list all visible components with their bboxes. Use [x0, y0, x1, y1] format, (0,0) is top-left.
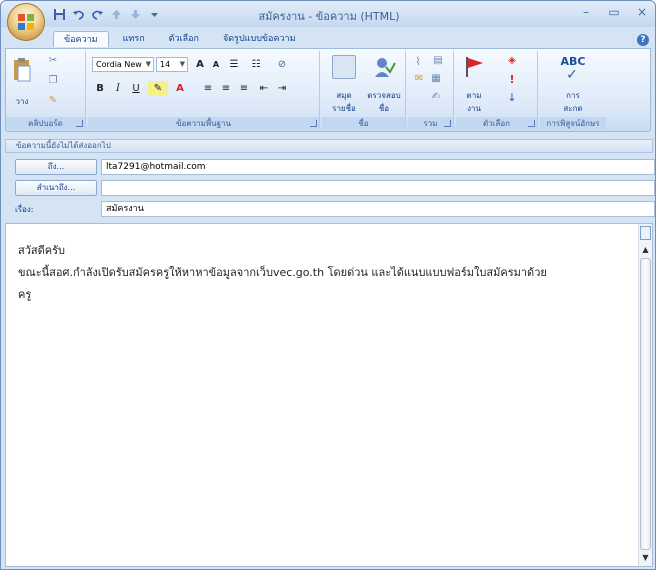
cut-icon[interactable]: ✂ [46, 55, 60, 66]
office-button[interactable] [7, 3, 45, 41]
group-label-options: ตัวเลือก [456, 117, 537, 129]
to-button[interactable]: ถึง... [15, 159, 97, 175]
font-color-icon[interactable]: A [172, 81, 188, 96]
ruler-toggle-icon[interactable] [640, 226, 651, 240]
arrow-down-icon[interactable] [127, 6, 143, 22]
cc-row: สำเนาถึง... [5, 179, 655, 197]
tab-message[interactable]: ข้อความ [53, 31, 109, 47]
subject-field[interactable]: สมัครงาน [101, 201, 655, 217]
follow-up-flag-icon[interactable] [462, 55, 486, 79]
to-row: ถึง... lta7291@hotmail.com [5, 158, 655, 176]
options-launcher-icon[interactable] [528, 120, 535, 127]
font-size-value: 14 [160, 60, 171, 69]
business-card-icon[interactable]: ▤ [428, 55, 448, 66]
body-line: ขณะนี้สอศ.กำลังเปิดรับสมัครครูให้หาหาข้อ… [18, 266, 547, 279]
paste-icon[interactable] [12, 57, 32, 83]
redo-icon[interactable] [89, 6, 105, 22]
restore-button[interactable]: ▭ [607, 5, 621, 19]
increase-indent-icon[interactable]: ⇥ [274, 81, 290, 96]
message-body[interactable]: สวัสดีครับ ขณะนี้สอศ.กำลังเปิดรับสมัครคร… [5, 223, 653, 567]
font-size-select[interactable]: 14 ▼ [156, 57, 188, 72]
ribbon-tabs: ข้อความ แทรก ตัวเลือก จัดรูปแบบข้อความ [53, 31, 306, 47]
body-line: สวัสดีครับ [18, 244, 65, 257]
arrow-up-icon[interactable] [108, 6, 124, 22]
tab-format-text[interactable]: จัดรูปแบบข้อความ [213, 31, 306, 47]
clipboard-launcher-icon[interactable] [76, 120, 83, 127]
bold-icon[interactable]: B [92, 81, 108, 96]
quick-access-toolbar [51, 5, 162, 23]
save-icon[interactable] [51, 6, 67, 22]
address-book-button[interactable]: สมุด รายชื่อ [326, 89, 362, 115]
ribbon: วาง ✂ ❐ ✎ คลิปบอร์ด Cordia New ▼ 14 ▼ A A … [5, 48, 651, 132]
basic-text-launcher-icon[interactable] [310, 120, 317, 127]
subject-row: เรื่อง: สมัครงาน [5, 200, 655, 218]
group-include: ⌇ ▤ ✉ ▦ ✍ รวม [408, 51, 454, 129]
attach-item-icon[interactable]: ✉ [412, 73, 426, 84]
message-window: สมัครงาน - ข้อความ (HTML) – ▭ × ข้อความ … [0, 0, 656, 570]
decrease-indent-icon[interactable]: ⇤ [256, 81, 272, 96]
check-names-icon[interactable] [372, 55, 396, 79]
group-label-names: ชื่อ [322, 117, 405, 129]
vertical-scrollbar[interactable]: ▲ ▼ [638, 224, 652, 566]
scroll-thumb[interactable] [640, 258, 651, 550]
customize-qat-icon[interactable] [146, 6, 162, 22]
highlight-icon[interactable]: ✎ [148, 81, 168, 96]
include-launcher-icon[interactable] [444, 120, 451, 127]
group-basic-text: Cordia New ▼ 14 ▼ A A ☰ ☷ ⊘ B I U ✎ A ≡ ≡ … [88, 51, 320, 129]
undo-icon[interactable] [70, 6, 86, 22]
to-field[interactable]: lta7291@hotmail.com [101, 159, 655, 175]
cc-button[interactable]: สำเนาถึง... [15, 180, 97, 196]
follow-up-button[interactable]: ตาม งาน [458, 89, 490, 115]
tab-insert[interactable]: แทรก [113, 31, 155, 47]
attach-file-icon[interactable]: ⌇ [412, 55, 424, 68]
scroll-down-icon[interactable]: ▼ [639, 552, 652, 564]
numbering-icon[interactable]: ☷ [248, 57, 264, 72]
message-body-text[interactable]: สวัสดีครับ ขณะนี้สอศ.กำลังเปิดรับสมัครคร… [18, 240, 547, 306]
group-names: สมุด รายชื่อ ตรวจสอบ ชื่อ ชื่อ [322, 51, 406, 129]
align-left-icon[interactable]: ≡ [200, 81, 216, 96]
bullets-icon[interactable]: ☰ [226, 57, 242, 72]
clear-format-icon[interactable]: ⊘ [274, 57, 290, 72]
subject-label: เรื่อง: [15, 205, 34, 214]
spelling-button[interactable]: การ สะกด [550, 89, 596, 115]
grow-font-icon[interactable]: A [192, 57, 208, 72]
scroll-up-icon[interactable]: ▲ [639, 244, 652, 256]
group-proofing: ABC ✓ การ สะกด การพิสูจน์อักษร [540, 51, 606, 129]
high-importance-icon[interactable]: ! [504, 73, 520, 86]
underline-icon[interactable]: U [128, 81, 144, 96]
group-options: ตาม งาน ◈ ! ↓ ตัวเลือก [456, 51, 538, 129]
copy-icon[interactable]: ❐ [46, 75, 60, 86]
align-right-icon[interactable]: ≡ [236, 81, 252, 96]
group-label-proofing: การพิสูจน์อักษร [540, 117, 606, 129]
shrink-font-icon[interactable]: A [208, 57, 224, 72]
office-logo-icon [18, 14, 34, 30]
signature-icon[interactable]: ✍ [428, 91, 444, 102]
address-book-icon[interactable] [332, 55, 356, 79]
format-painter-icon[interactable]: ✎ [46, 95, 60, 106]
help-icon[interactable]: ? [637, 34, 649, 46]
low-importance-icon[interactable]: ↓ [504, 91, 520, 104]
calendar-icon[interactable]: ▦ [428, 73, 444, 84]
window-title: สมัครงาน - ข้อความ (HTML) [258, 10, 400, 23]
group-label-basic-text: ข้อความพื้นฐาน [88, 117, 319, 129]
window-controls: – ▭ × [579, 5, 649, 19]
message-infobar: ข้อความนี้ยังไม่ได้ส่งออกไป [5, 139, 653, 153]
font-name-value: Cordia New [96, 60, 142, 69]
italic-icon[interactable]: I [110, 81, 126, 96]
align-center-icon[interactable]: ≡ [218, 81, 234, 96]
group-clipboard: วาง ✂ ❐ ✎ คลิปบอร์ด [6, 51, 86, 129]
check-names-button[interactable]: ตรวจสอบ ชื่อ [364, 89, 404, 115]
tab-options[interactable]: ตัวเลือก [159, 31, 209, 47]
paste-button[interactable]: วาง [10, 95, 34, 108]
spelling-check-icon: ✓ [566, 67, 578, 83]
body-line: ครู [18, 288, 32, 301]
group-label-clipboard: คลิปบอร์ด [6, 117, 85, 129]
close-button[interactable]: × [635, 5, 649, 19]
cc-field[interactable] [101, 180, 655, 196]
title-bar: สมัครงาน - ข้อความ (HTML) – ▭ × [1, 1, 655, 27]
minimize-button[interactable]: – [579, 5, 593, 19]
font-name-select[interactable]: Cordia New ▼ [92, 57, 154, 72]
categorize-icon[interactable]: ◈ [504, 55, 520, 66]
